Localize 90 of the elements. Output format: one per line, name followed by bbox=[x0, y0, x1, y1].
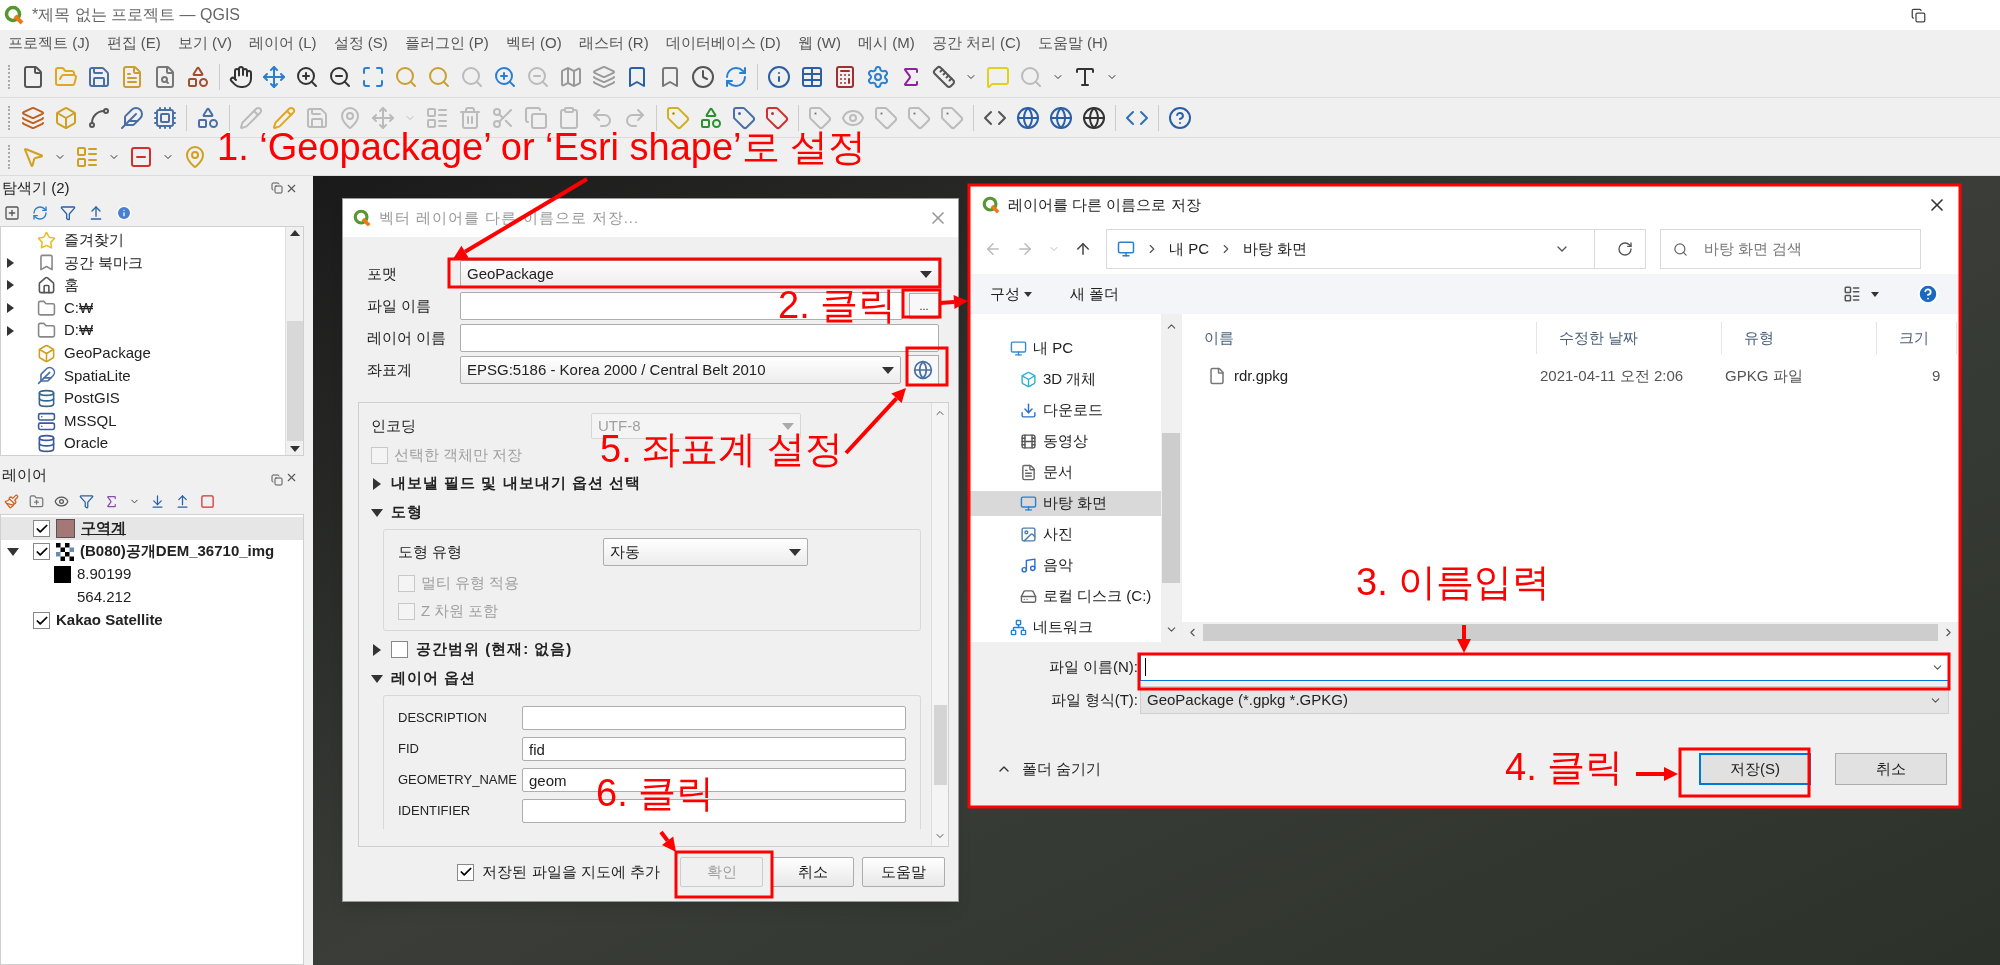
panel-title: 탐색기 (2) bbox=[2, 177, 71, 198]
menu-item[interactable]: 도움말 (H) bbox=[1037, 31, 1108, 55]
option-name: IDENTIFIER bbox=[398, 802, 472, 821]
menu-item[interactable]: 웹 (W) bbox=[797, 31, 841, 55]
panel-title: 레이어 bbox=[2, 464, 48, 485]
field-label: 인코딩 bbox=[371, 415, 417, 436]
section-title: 내보낼 필드 및 내보내기 옵션 선택 bbox=[391, 473, 641, 494]
nav-item[interactable]: 네트워크 bbox=[970, 615, 1161, 640]
dropdown[interactable]: EPSG:5186 - Korea 2000 / Central Belt 2010 bbox=[460, 356, 901, 384]
browser-item[interactable]: PostGIS bbox=[1, 387, 285, 410]
table-cell-text: GPKG 파일 bbox=[1724, 365, 1804, 386]
browser-item[interactable]: D:₩ bbox=[1, 319, 285, 342]
dropdown[interactable]: 자동 bbox=[603, 538, 808, 566]
annotation-text: 3. 이름입력 bbox=[1356, 563, 1551, 601]
field-label: 파일 이름(N): bbox=[1047, 656, 1139, 677]
menu-item[interactable]: 프로젝트 (J) bbox=[8, 31, 90, 55]
layer-row[interactable]: (B080)공개DEM_36710_img bbox=[1, 540, 303, 563]
table-cell-text: 9 bbox=[1931, 365, 1941, 386]
menu-item[interactable]: 편집 (E) bbox=[106, 31, 161, 55]
nav-item[interactable]: 3D 개체 bbox=[970, 367, 1161, 392]
menu-item[interactable]: 설정 (S) bbox=[333, 31, 388, 55]
file-name[interactable]: rdr.gpkg bbox=[1234, 364, 1289, 388]
section-title: 도형 bbox=[391, 502, 423, 523]
dialog-button[interactable]: 저장(S) bbox=[1699, 753, 1811, 785]
dialog-title: 레이어를 다른 이름으로 저장 bbox=[1008, 194, 1202, 215]
legend-row-text: 564.212 bbox=[76, 587, 133, 608]
browser-item[interactable]: 즐겨찾기 bbox=[1, 229, 285, 252]
annotation-text: 4. 클릭 bbox=[1505, 748, 1624, 786]
nav-item[interactable]: 음악 bbox=[970, 553, 1161, 578]
browser-item[interactable]: MSSQL bbox=[1, 409, 285, 433]
field-label: 파일 이름 bbox=[367, 295, 433, 316]
column-header[interactable]: 크기 bbox=[1877, 322, 1957, 354]
browser-item[interactable]: 홈 bbox=[1, 274, 285, 297]
field-label: 레이어 이름 bbox=[367, 327, 448, 348]
option-input[interactable]: fid bbox=[522, 737, 906, 761]
browse-button[interactable]: ... bbox=[909, 293, 939, 319]
window-title: *제목 없는 프로젝트 — QGIS bbox=[32, 5, 241, 25]
nav-item[interactable]: 내 PC bbox=[970, 336, 1161, 361]
search-field[interactable]: 바탕 화면 검색 bbox=[1660, 229, 1921, 269]
breadcrumb-item[interactable]: 내 PC bbox=[1169, 237, 1209, 261]
nav-item[interactable]: 문서 bbox=[970, 460, 1161, 485]
table-cell-text: 2021-04-11 오전 2:06 bbox=[1539, 365, 1685, 386]
nav-item[interactable]: 사진 bbox=[970, 522, 1161, 547]
section-title: 공간범위 (현재: 없음) bbox=[416, 639, 573, 660]
option-name: GEOMETRY_NAME bbox=[398, 771, 518, 790]
column-header[interactable]: 수정한 날짜 bbox=[1537, 322, 1722, 354]
annotation-text: 2. 클릭 bbox=[778, 286, 897, 324]
annotation-text: 1. ‘Geopackage’ or ‘Esri shape’로 설정 bbox=[217, 128, 867, 166]
command-button[interactable]: 새 폴더 bbox=[1070, 282, 1120, 306]
field-label: 좌표계 bbox=[367, 359, 413, 380]
address-bar[interactable]: 내 PC 바탕 화면 bbox=[1106, 229, 1646, 269]
option-name: FID bbox=[398, 740, 420, 759]
field-label: 포맷 bbox=[367, 263, 398, 284]
menu-item[interactable]: 보기 (V) bbox=[177, 31, 232, 55]
layer-row[interactable]: Kakao Satellite bbox=[1, 609, 303, 632]
section-title: 레이어 옵션 bbox=[391, 668, 477, 689]
layer-row[interactable]: 구역계 bbox=[1, 517, 303, 540]
nav-item[interactable]: 다운로드 bbox=[970, 398, 1161, 423]
field-label: 파일 형식(T): bbox=[1049, 689, 1139, 710]
browser-item[interactable]: C:₩ bbox=[1, 296, 285, 320]
command-button[interactable]: 구성 bbox=[990, 282, 1032, 306]
checkbox-label: Z 차원 포함 bbox=[421, 600, 499, 621]
menu-item[interactable]: 데이터베이스 (D) bbox=[665, 31, 781, 55]
dialog-button[interactable]: 도움말 bbox=[862, 857, 945, 887]
breadcrumb-item[interactable]: 바탕 화면 bbox=[1243, 237, 1308, 261]
hide-folders-link[interactable]: 폴더 숨기기 bbox=[1022, 757, 1102, 781]
checkbox-label: 멀티 유형 적용 bbox=[421, 572, 520, 593]
checkbox-label: 선택한 객체만 저장 bbox=[394, 444, 523, 465]
browser-item[interactable]: 공간 북마크 bbox=[1, 251, 285, 275]
browser-item[interactable]: Oracle bbox=[1, 432, 285, 455]
menu-item[interactable]: 공간 처리 (C) bbox=[931, 31, 1021, 55]
legend-row: 8.90199 bbox=[1, 563, 303, 586]
search-placeholder: 바탕 화면 검색 bbox=[1704, 238, 1803, 259]
nav-item[interactable]: 바탕 화면 bbox=[970, 491, 1161, 516]
column-header[interactable]: 유형 bbox=[1722, 322, 1877, 354]
column-header[interactable]: 이름 bbox=[1182, 322, 1537, 354]
menu-item[interactable]: 메시 (M) bbox=[858, 31, 915, 55]
nav-item[interactable]: 로컬 디스크 (C:) bbox=[970, 584, 1161, 609]
checkbox-label: 저장된 파일을 지도에 추가 bbox=[482, 861, 660, 882]
dialog-button[interactable]: 취소 bbox=[1835, 753, 1947, 785]
browser-item[interactable]: SpatiaLite bbox=[1, 364, 285, 388]
option-name: DESCRIPTION bbox=[398, 709, 488, 728]
menu-item[interactable]: 레이어 (L) bbox=[249, 31, 317, 55]
dialog-button[interactable]: 취소 bbox=[771, 857, 854, 887]
menu-item[interactable]: 플러그인 (P) bbox=[404, 31, 489, 55]
browser-item[interactable]: GeoPackage bbox=[1, 341, 285, 365]
nav-item[interactable]: 동영상 bbox=[970, 429, 1161, 454]
menu-item[interactable]: 벡터 (O) bbox=[505, 31, 562, 55]
menu-item[interactable]: 래스터 (R) bbox=[578, 31, 649, 55]
field-label: 도형 유형 bbox=[398, 541, 464, 562]
